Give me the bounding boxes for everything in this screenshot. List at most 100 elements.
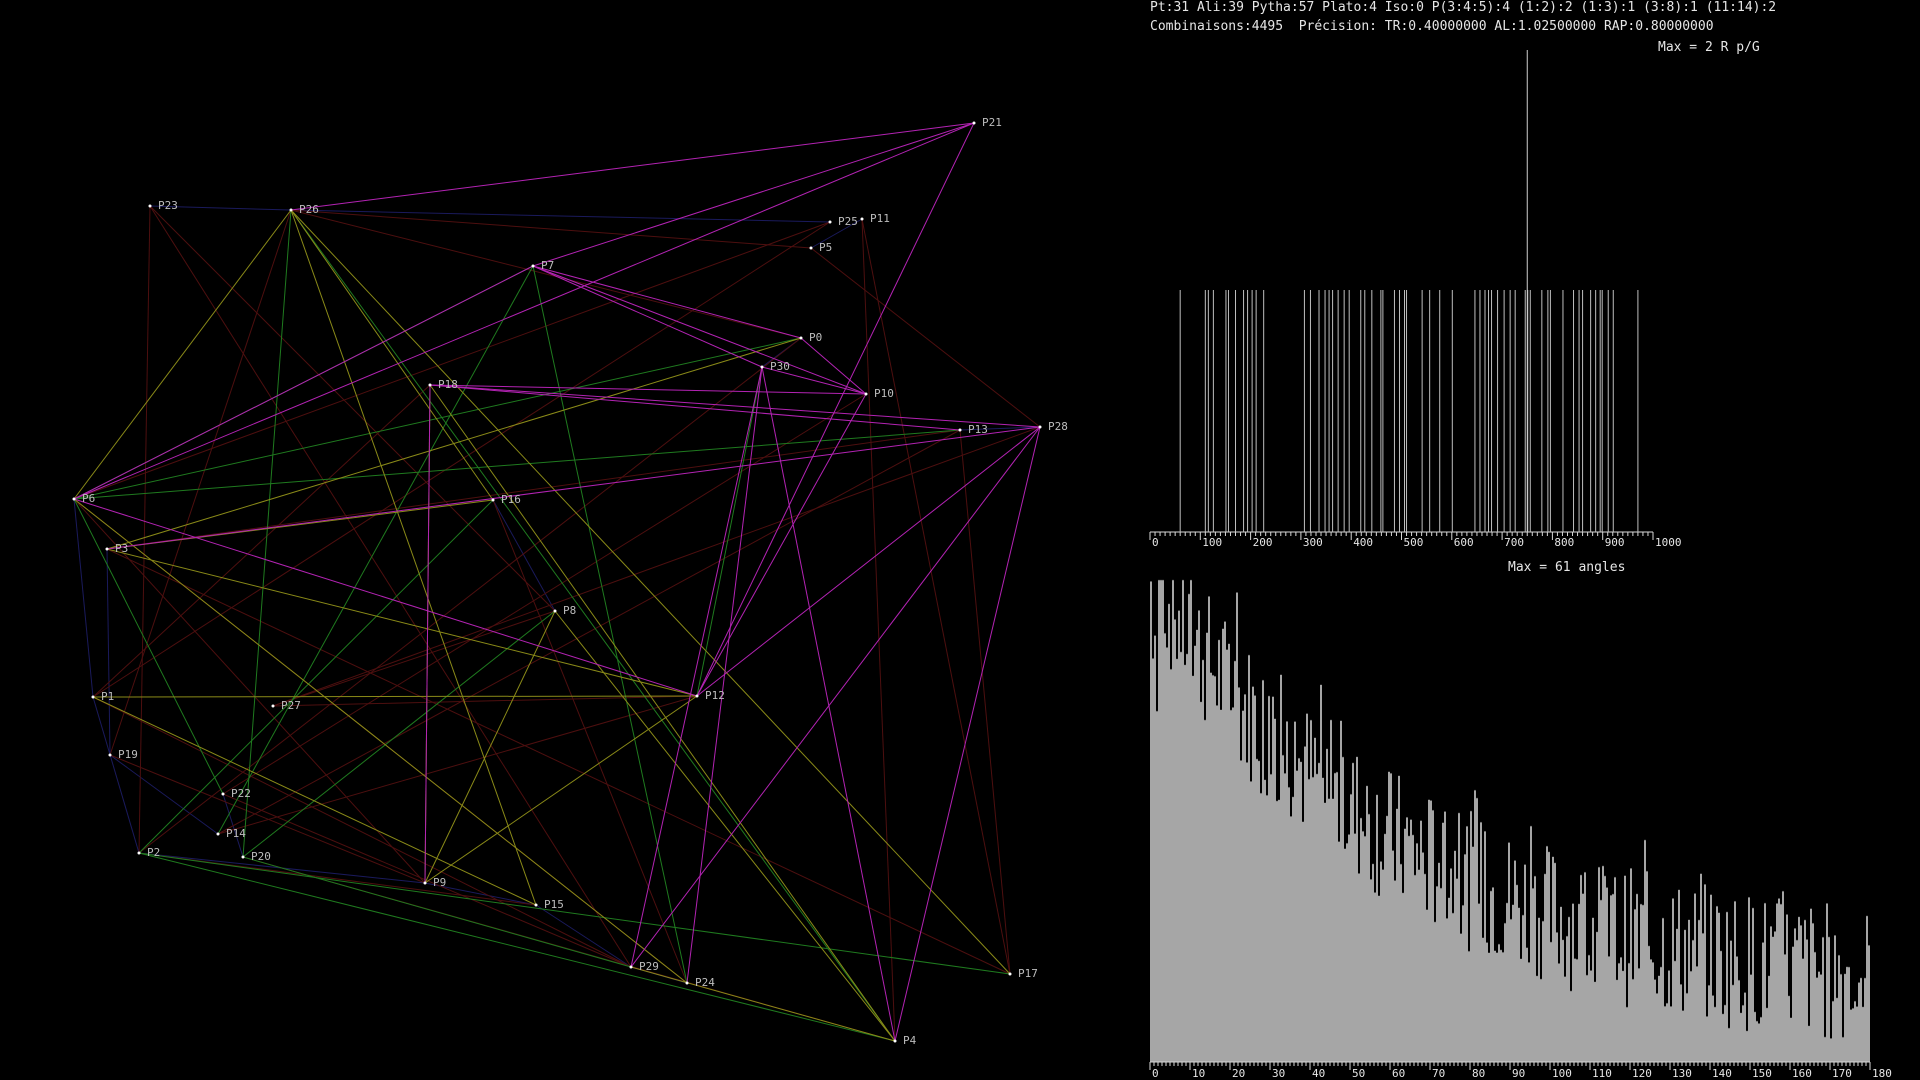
angle-bar <box>1506 902 1508 1062</box>
angle-bar <box>1620 957 1622 1062</box>
point-label-p25: P25 <box>838 215 858 228</box>
angle-bar <box>1534 876 1536 1062</box>
angle-bar <box>1794 928 1796 1062</box>
angle-bar <box>1438 862 1440 1062</box>
angle-bar <box>1668 970 1670 1062</box>
angle-bar <box>1560 906 1562 1062</box>
angle-bar <box>1530 826 1532 1062</box>
segment-P7-P30 <box>532 265 763 368</box>
angle-bar <box>1606 887 1608 1062</box>
angle-bar <box>1848 967 1850 1062</box>
angle-bar <box>1428 799 1430 1062</box>
segment-P21-P26 <box>290 122 975 211</box>
segment-P11-P17 <box>861 218 1011 975</box>
point-p1 <box>91 695 95 699</box>
angle-bar <box>1704 884 1706 1062</box>
point-label-p16: P16 <box>501 493 521 506</box>
angle-bar <box>1610 895 1612 1062</box>
angle-bar <box>1268 695 1270 1062</box>
angle-bar <box>1554 862 1556 1062</box>
angle-bar <box>1314 737 1316 1062</box>
angle-bar <box>1584 872 1586 1062</box>
segment-P12-P9 <box>424 695 698 884</box>
angle-bar <box>1614 877 1616 1062</box>
point-p11 <box>860 217 864 221</box>
angle-bar <box>1564 976 1566 1062</box>
angle-bar <box>1228 643 1230 1062</box>
segment-P7-P24 <box>532 265 688 984</box>
point-label-p26: P26 <box>299 203 319 216</box>
angle-bar <box>1742 1005 1744 1062</box>
angle-bar <box>1320 684 1322 1062</box>
angle-bar <box>1514 860 1516 1062</box>
angle-bar <box>1608 956 1610 1062</box>
angle-bar <box>1856 1006 1858 1062</box>
angle-bar <box>1778 898 1780 1062</box>
angle-bar <box>1844 973 1846 1062</box>
angle-bar <box>1860 977 1862 1062</box>
angle-bar <box>1354 833 1356 1062</box>
point-p16 <box>491 498 495 502</box>
angle-bar <box>1374 892 1376 1062</box>
angle-bar <box>1188 593 1190 1062</box>
angle-bar <box>1822 937 1824 1062</box>
point-p3 <box>105 547 109 551</box>
point-p27 <box>271 704 275 708</box>
angle-bar <box>1526 947 1528 1062</box>
angle-bar <box>1550 941 1552 1062</box>
segment-P12-P6 <box>73 498 698 697</box>
angle-bar <box>1864 977 1866 1062</box>
point-p0 <box>799 336 803 340</box>
point-label-p24: P24 <box>695 976 715 989</box>
angle-bar <box>1628 963 1630 1062</box>
point-p5 <box>809 246 813 250</box>
angle-bar <box>1490 890 1492 1062</box>
angle-bar <box>1572 903 1574 1062</box>
segment-P26-P20 <box>242 209 292 858</box>
point-label-p14: P14 <box>226 827 246 840</box>
angle-tick-label: 110 <box>1592 1067 1612 1080</box>
segment-P27-P12 <box>272 695 698 707</box>
angle-bar <box>1802 958 1804 1062</box>
angle-bar <box>1618 963 1620 1062</box>
angle-bar <box>1368 814 1370 1062</box>
angle-bar <box>1812 923 1814 1062</box>
angle-bar <box>1262 680 1264 1062</box>
angle-bar <box>1406 817 1408 1062</box>
angle-bar <box>1664 1006 1666 1062</box>
angle-bar <box>1626 1007 1628 1062</box>
point-p22 <box>221 792 225 796</box>
angle-bar <box>1266 795 1268 1062</box>
segment-P1-P29 <box>92 696 632 968</box>
angle-bar <box>1282 755 1284 1062</box>
angle-bar <box>1166 647 1168 1062</box>
angle-bar <box>1646 871 1648 1062</box>
angle-bar <box>1410 819 1412 1062</box>
angle-bar <box>1796 940 1798 1062</box>
angle-bar <box>1826 903 1828 1062</box>
point-label-p8: P8 <box>563 604 576 617</box>
angle-tick-label: 90 <box>1512 1067 1525 1080</box>
angle-bar <box>1858 982 1860 1062</box>
angle-bar <box>1326 748 1328 1062</box>
angle-bar <box>1376 794 1378 1062</box>
angle-tick-label: 0 <box>1152 1067 1159 1080</box>
point-label-p4: P4 <box>903 1034 917 1047</box>
angle-bar <box>1754 1011 1756 1062</box>
angle-bar <box>1496 952 1498 1062</box>
angle-bar <box>1392 850 1394 1062</box>
angle-bar <box>1442 822 1444 1062</box>
angle-bar <box>1232 707 1234 1062</box>
angle-bar <box>1582 893 1584 1062</box>
angle-bar <box>1424 873 1426 1062</box>
angle-bar <box>1340 720 1342 1062</box>
angle-bar <box>1224 621 1226 1062</box>
angle-bar <box>1672 898 1674 1062</box>
radius-tick-label: 600 <box>1454 536 1474 549</box>
angle-bar <box>1472 846 1474 1062</box>
angle-bar <box>1598 867 1600 1062</box>
angle-bar <box>1708 985 1710 1062</box>
angle-bar <box>1544 873 1546 1062</box>
angle-bar <box>1654 979 1656 1062</box>
segment-P22-P29 <box>222 793 632 968</box>
